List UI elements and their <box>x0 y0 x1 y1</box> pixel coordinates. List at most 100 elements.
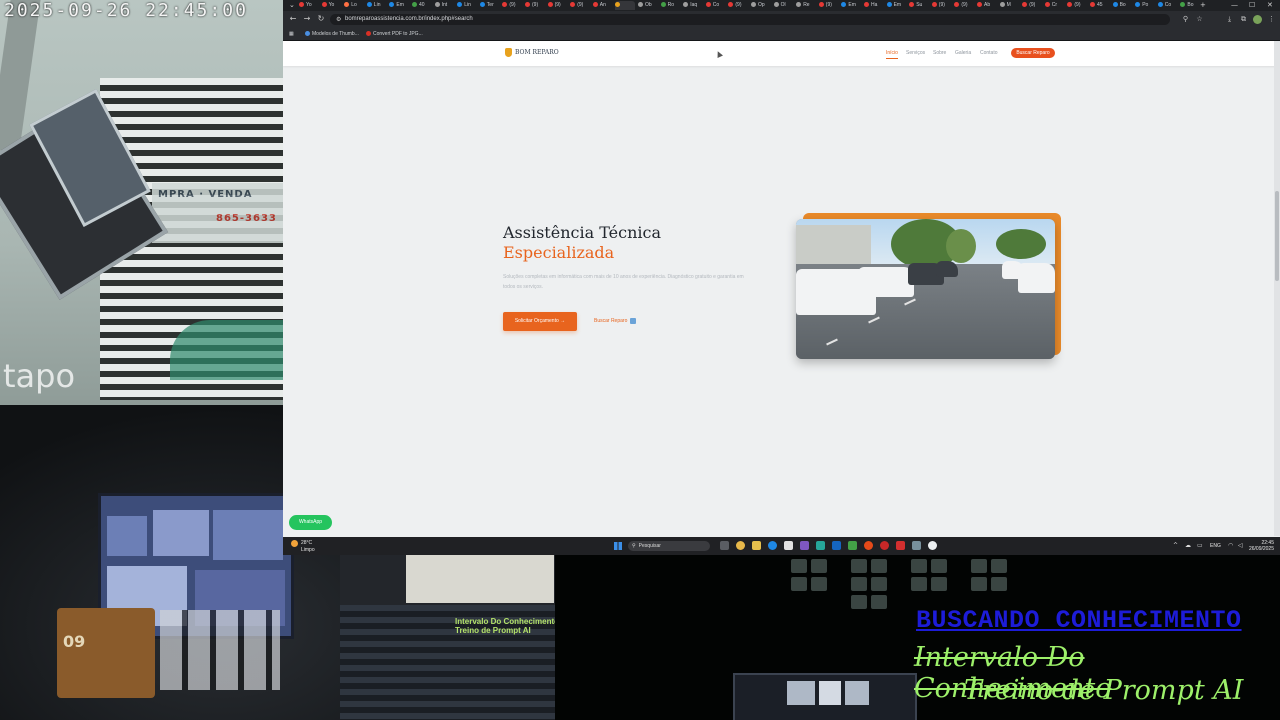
obs-icon[interactable] <box>928 541 937 550</box>
browser-tab[interactable]: (9) <box>728 1 748 10</box>
browser-tab[interactable]: Em <box>841 1 861 10</box>
acrobat-icon[interactable] <box>896 541 905 550</box>
nav-services[interactable]: Serviços <box>906 49 925 58</box>
browser-tab[interactable]: Em <box>389 1 409 10</box>
browser-tab[interactable]: (9) <box>818 1 839 10</box>
usb-icon[interactable]: ▭ <box>1197 542 1203 550</box>
chrome-icon[interactable] <box>736 541 745 550</box>
tab-favicon-icon <box>886 2 892 8</box>
browser-tab[interactable]: Yo <box>321 1 342 10</box>
browser-tab[interactable]: (9) <box>525 1 545 10</box>
extensions-icon[interactable]: ⧉ <box>1239 15 1248 24</box>
browser-tab[interactable]: Iaq <box>683 1 703 10</box>
maximize-icon[interactable]: ☐ <box>1249 0 1255 11</box>
browser-tab[interactable]: (9) <box>931 1 952 10</box>
new-tab-button[interactable]: + <box>1200 0 1206 11</box>
browser-tab[interactable]: Ha <box>864 1 884 10</box>
tray-chevron-icon[interactable]: ^ <box>1173 542 1178 550</box>
nav-contact[interactable]: Contato <box>980 49 998 58</box>
nav-gallery[interactable]: Galeria <box>955 49 971 58</box>
nav-cta-button[interactable]: Buscar Reparo <box>1011 48 1055 58</box>
task-view-icon[interactable] <box>720 541 729 550</box>
close-icon[interactable]: ✕ <box>1267 0 1273 11</box>
browser-tab[interactable]: Ter <box>479 1 500 10</box>
browser-tab[interactable]: (9) <box>954 1 974 10</box>
browser-tab[interactable]: An <box>592 1 613 10</box>
tab-label: Em <box>893 2 902 8</box>
settings-icon[interactable] <box>912 541 921 550</box>
browser-tab[interactable]: Co <box>705 1 726 10</box>
page-scrollbar[interactable] <box>1274 41 1280 536</box>
browser-tab[interactable]: Lin <box>366 1 387 10</box>
browser-tab[interactable]: 40 <box>412 1 432 10</box>
mail-icon[interactable] <box>832 541 841 550</box>
bookmark-item[interactable]: Convert PDF to JPG... <box>366 28 423 40</box>
app-icon-red[interactable] <box>880 541 889 550</box>
nav-about[interactable]: Sobre <box>933 49 946 58</box>
nav-home[interactable]: Início <box>886 49 898 59</box>
browser-tab[interactable]: Yo <box>299 1 319 10</box>
browser-tab[interactable] <box>615 1 636 10</box>
store-icon[interactable] <box>784 541 793 550</box>
forward-icon[interactable]: → <box>302 14 312 24</box>
browser-tab[interactable]: Ol <box>773 1 794 10</box>
downloads-icon[interactable]: ⤓ <box>1225 15 1234 24</box>
browser-tab[interactable]: M <box>999 1 1020 10</box>
whatsapp-button[interactable]: WhatsApp <box>289 515 332 530</box>
browser-menu-icon[interactable]: ⋮ <box>1267 15 1276 24</box>
back-icon[interactable]: ← <box>288 14 298 24</box>
app-icon-green[interactable] <box>848 541 857 550</box>
browser-tab[interactable]: (9) <box>1067 1 1087 10</box>
browser-tab[interactable]: (9) <box>570 1 590 10</box>
cloud-icon[interactable]: ☁ <box>1185 542 1191 550</box>
browser-tab[interactable]: Su <box>909 1 929 10</box>
wifi-icon[interactable]: ◠ <box>1228 542 1233 550</box>
taskbar-search[interactable]: ⚲ Pesquisar <box>628 541 710 551</box>
minimize-icon[interactable]: — <box>1231 0 1238 11</box>
request-quote-button[interactable]: Solicitar Orçamento → <box>503 312 577 331</box>
site-logo[interactable]: BOM REPARO <box>505 48 559 58</box>
reload-icon[interactable]: ↻ <box>316 14 326 24</box>
browser-tab[interactable]: Int <box>434 1 455 10</box>
bookmark-star-icon[interactable]: ☆ <box>1195 15 1204 24</box>
profile-avatar[interactable] <box>1253 15 1262 24</box>
browser-tab[interactable]: 45 <box>1090 1 1110 10</box>
browser-tab[interactable]: Bo <box>1112 1 1133 10</box>
browser-tab[interactable]: Ab <box>977 1 997 10</box>
clock[interactable]: 22:45 26/09/2025 <box>1246 540 1274 552</box>
browser-tab[interactable]: (9) <box>547 1 568 10</box>
browser-tab[interactable]: Bo <box>1180 1 1200 10</box>
browser-tab[interactable]: Op <box>751 1 771 10</box>
desk-calendar: 09 <box>57 608 155 698</box>
site-info-icon[interactable]: ⚙ <box>336 16 342 23</box>
browser-tab[interactable]: Lo <box>344 1 364 10</box>
browser-tab[interactable]: Co <box>1157 1 1178 10</box>
apps-grid-icon[interactable]: ▦ <box>289 28 294 40</box>
teams-icon[interactable] <box>800 541 809 550</box>
hero-street-image <box>796 219 1055 359</box>
browser-tab[interactable]: (9) <box>502 1 522 10</box>
tab-favicon-icon <box>705 2 711 8</box>
bookmark-item[interactable]: Modelos de Thumb... <box>305 28 359 40</box>
volume-icon[interactable]: ◁ <box>1238 542 1243 550</box>
language-indicator[interactable]: ENG <box>1210 543 1221 549</box>
browser-tab[interactable]: Lin <box>457 1 477 10</box>
browser-tab[interactable]: Ob <box>638 1 658 10</box>
start-menu-icon[interactable] <box>614 542 622 550</box>
browser-tab[interactable]: Cr <box>1044 1 1065 10</box>
app-icon-orange[interactable] <box>864 541 873 550</box>
translate-icon[interactable]: ⚲ <box>1181 15 1190 24</box>
browser-tab[interactable]: Em <box>886 1 907 10</box>
weather-widget[interactable]: 28°C Limpo <box>291 540 315 553</box>
search-repair-link[interactable]: Buscar Reparo <box>594 312 637 331</box>
tab-menu-icon[interactable]: ⌄ <box>289 0 295 11</box>
browser-tab[interactable]: Re <box>796 1 816 10</box>
browser-tab[interactable]: Ro <box>660 1 681 10</box>
address-bar[interactable]: ⚙ bomreparoassistencia.com.br/index.php#… <box>330 14 1170 25</box>
edge-icon[interactable] <box>768 541 777 550</box>
browser-tab[interactable]: Po <box>1135 1 1155 10</box>
file-explorer-icon[interactable] <box>752 541 761 550</box>
tab-label: An <box>599 2 606 8</box>
whatsapp-app-icon[interactable] <box>816 541 825 550</box>
browser-tab[interactable]: (9) <box>1022 1 1042 10</box>
